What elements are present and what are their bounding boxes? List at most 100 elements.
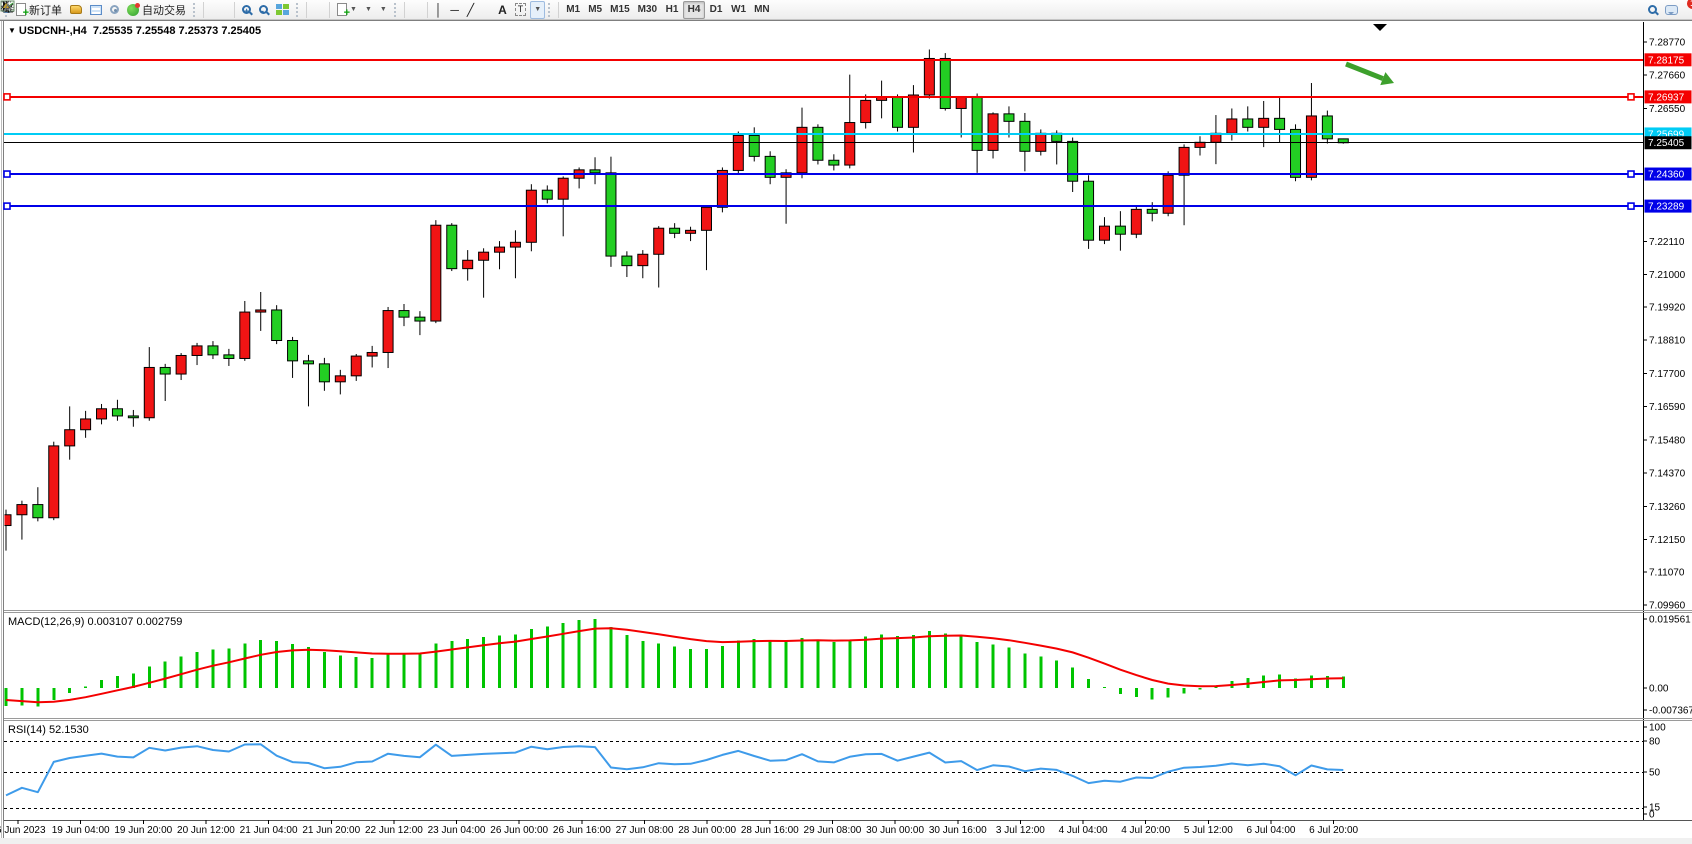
chart-window: 7.281757.269377.256997.243607.232897.254… (0, 20, 1692, 844)
vertical-line-tool-button[interactable]: │ (431, 1, 447, 19)
trendline-tool-button[interactable]: ╱ (463, 1, 478, 19)
timeframe-m1-button[interactable]: M1 (562, 1, 584, 19)
svg-text:30 Jun 16:00: 30 Jun 16:00 (929, 825, 987, 836)
chevron-down-icon: ▼ (365, 6, 372, 13)
svg-text:3 Jul 12:00: 3 Jul 12:00 (996, 825, 1045, 836)
svg-text:19 Jun 20:00: 19 Jun 20:00 (114, 825, 172, 836)
zoom-in-button[interactable]: + (238, 1, 255, 19)
horizontal-line-icon: ─ (450, 3, 459, 17)
text-label-icon: T (515, 3, 527, 16)
timeframe-d1-button[interactable]: D1 (705, 1, 727, 19)
symbol-quote-header: ▼USDCNH-,H4 7.25535 7.25548 7.25373 7.25… (8, 25, 261, 37)
toolbar-grip[interactable] (296, 3, 300, 17)
channel-tool-button[interactable]: E (478, 1, 486, 19)
svg-text:7.09960: 7.09960 (1649, 601, 1686, 612)
svg-text:-0.007367: -0.007367 (1649, 706, 1692, 717)
toolbar-grip[interactable] (394, 3, 398, 17)
crosshair-tool-button[interactable] (416, 1, 424, 19)
vertical-line-icon: │ (435, 3, 443, 17)
new-order-button[interactable]: + 新订单 (12, 1, 66, 19)
macd-value: 0.003107 (87, 616, 133, 628)
toolbar-grip[interactable] (193, 3, 197, 17)
horizontal-line-tool-button[interactable]: ─ (446, 1, 463, 19)
svg-text:22 Jun 12:00: 22 Jun 12:00 (365, 825, 423, 836)
svg-text:29 Jun 08:00: 29 Jun 08:00 (804, 825, 862, 836)
timeframe-mn-button[interactable]: MN (750, 1, 774, 19)
templates-button[interactable]: ▼ (376, 1, 391, 19)
svg-text:26 Jun 00:00: 26 Jun 00:00 (490, 825, 548, 836)
timeframe-m5-button[interactable]: M5 (584, 1, 606, 19)
wallet-icon (70, 5, 82, 14)
svg-text:7.21000: 7.21000 (1649, 270, 1686, 281)
timeframe-w1-button[interactable]: W1 (727, 1, 750, 19)
timeframe-h4-button[interactable]: H4 (683, 1, 705, 19)
market-watch-button[interactable] (86, 1, 106, 19)
svg-text:0.019561: 0.019561 (1649, 615, 1691, 626)
toolbar-grip[interactable] (548, 3, 552, 17)
signals-icon (110, 5, 119, 14)
autotrading-icon (127, 4, 139, 16)
svg-text:7.19920: 7.19920 (1649, 302, 1686, 313)
svg-text:23 Jun 04:00: 23 Jun 04:00 (428, 825, 486, 836)
svg-text:0.00: 0.00 (1649, 684, 1669, 695)
price-chart-canvas[interactable]: 7.281757.269377.256997.243607.232897.254… (0, 20, 1692, 844)
macd-signal-value: 0.002759 (136, 616, 182, 628)
svg-text:7.16590: 7.16590 (1649, 402, 1686, 413)
rsi-value: 52.1530 (49, 724, 89, 736)
svg-text:21 Jun 04:00: 21 Jun 04:00 (240, 825, 298, 836)
svg-text:7.28175: 7.28175 (1648, 55, 1685, 66)
svg-text:7.24360: 7.24360 (1648, 170, 1685, 181)
svg-text:7.27660: 7.27660 (1649, 71, 1686, 82)
chat-bubble-icon (1665, 5, 1678, 15)
svg-text:7.13260: 7.13260 (1649, 502, 1686, 513)
autotrading-button[interactable]: 自动交易 (123, 1, 190, 19)
svg-text:19 Jun 04:00: 19 Jun 04:00 (52, 825, 110, 836)
chevron-down-icon: ▼ (350, 6, 357, 13)
zoom-out-button[interactable]: - (255, 1, 272, 19)
svg-text:4 Jul 04:00: 4 Jul 04:00 (1059, 825, 1108, 836)
svg-text:50: 50 (1649, 768, 1661, 779)
indicators-icon: + (337, 3, 347, 16)
chart-menu-arrow-icon[interactable]: ▼ (8, 26, 16, 35)
chart-shift-button[interactable] (318, 1, 326, 19)
new-order-icon: + (16, 3, 26, 16)
svg-text:28 Jun 16:00: 28 Jun 16:00 (741, 825, 799, 836)
symbol-label: USDCNH-,H4 (19, 25, 87, 37)
auto-scroll-button[interactable] (310, 1, 318, 19)
trendline-icon: ╱ (467, 3, 474, 17)
notifications-button[interactable]: 1 (1661, 1, 1682, 19)
svg-text:100: 100 (1649, 723, 1666, 734)
new-order-label: 新订单 (29, 2, 62, 18)
zoom-in-icon: + (242, 5, 251, 14)
arrows-tool-button[interactable]: ▼ (530, 1, 545, 19)
cursor-tool-button[interactable] (408, 1, 416, 19)
timeframe-m15-button[interactable]: M15 (606, 1, 633, 19)
svg-text:7.25405: 7.25405 (1648, 138, 1685, 149)
tile-windows-button[interactable] (272, 1, 293, 19)
bar-chart-mode-button[interactable] (207, 1, 215, 19)
main-toolbar: + 新订单 自动交易 + - +▼ (0, 0, 1692, 20)
svg-text:30 Jun 00:00: 30 Jun 00:00 (866, 825, 924, 836)
search-icon (1648, 5, 1657, 14)
depth-of-market-button[interactable] (66, 1, 86, 19)
ohlc-values: 7.25535 7.25548 7.25373 7.25405 (93, 25, 261, 37)
signals-button[interactable] (106, 1, 123, 19)
svg-text:7.15480: 7.15480 (1649, 435, 1686, 446)
fibonacci-tool-button[interactable]: F (486, 1, 494, 19)
text-label-tool-button[interactable]: T (511, 1, 531, 19)
candlestick-mode-button[interactable] (215, 1, 223, 19)
line-chart-mode-button[interactable] (223, 1, 231, 19)
trading-terminal-window: + 新订单 自动交易 + - +▼ (0, 0, 1692, 844)
svg-text:7.11070: 7.11070 (1649, 567, 1685, 578)
svg-text:28 Jun 00:00: 28 Jun 00:00 (678, 825, 736, 836)
indicators-button[interactable]: +▼ (333, 1, 361, 19)
text-tool-button[interactable]: A (494, 1, 511, 19)
svg-text:4 Jul 20:00: 4 Jul 20:00 (1121, 825, 1170, 836)
timeframe-h1-button[interactable]: H1 (661, 1, 683, 19)
svg-text:6 Jul 20:00: 6 Jul 20:00 (1309, 825, 1358, 836)
periods-button[interactable]: ▼ (361, 1, 376, 19)
svg-text:27 Jun 08:00: 27 Jun 08:00 (616, 825, 674, 836)
search-button[interactable] (1644, 1, 1661, 19)
timeframe-m30-button[interactable]: M30 (634, 1, 661, 19)
svg-text:7.14370: 7.14370 (1649, 469, 1686, 480)
